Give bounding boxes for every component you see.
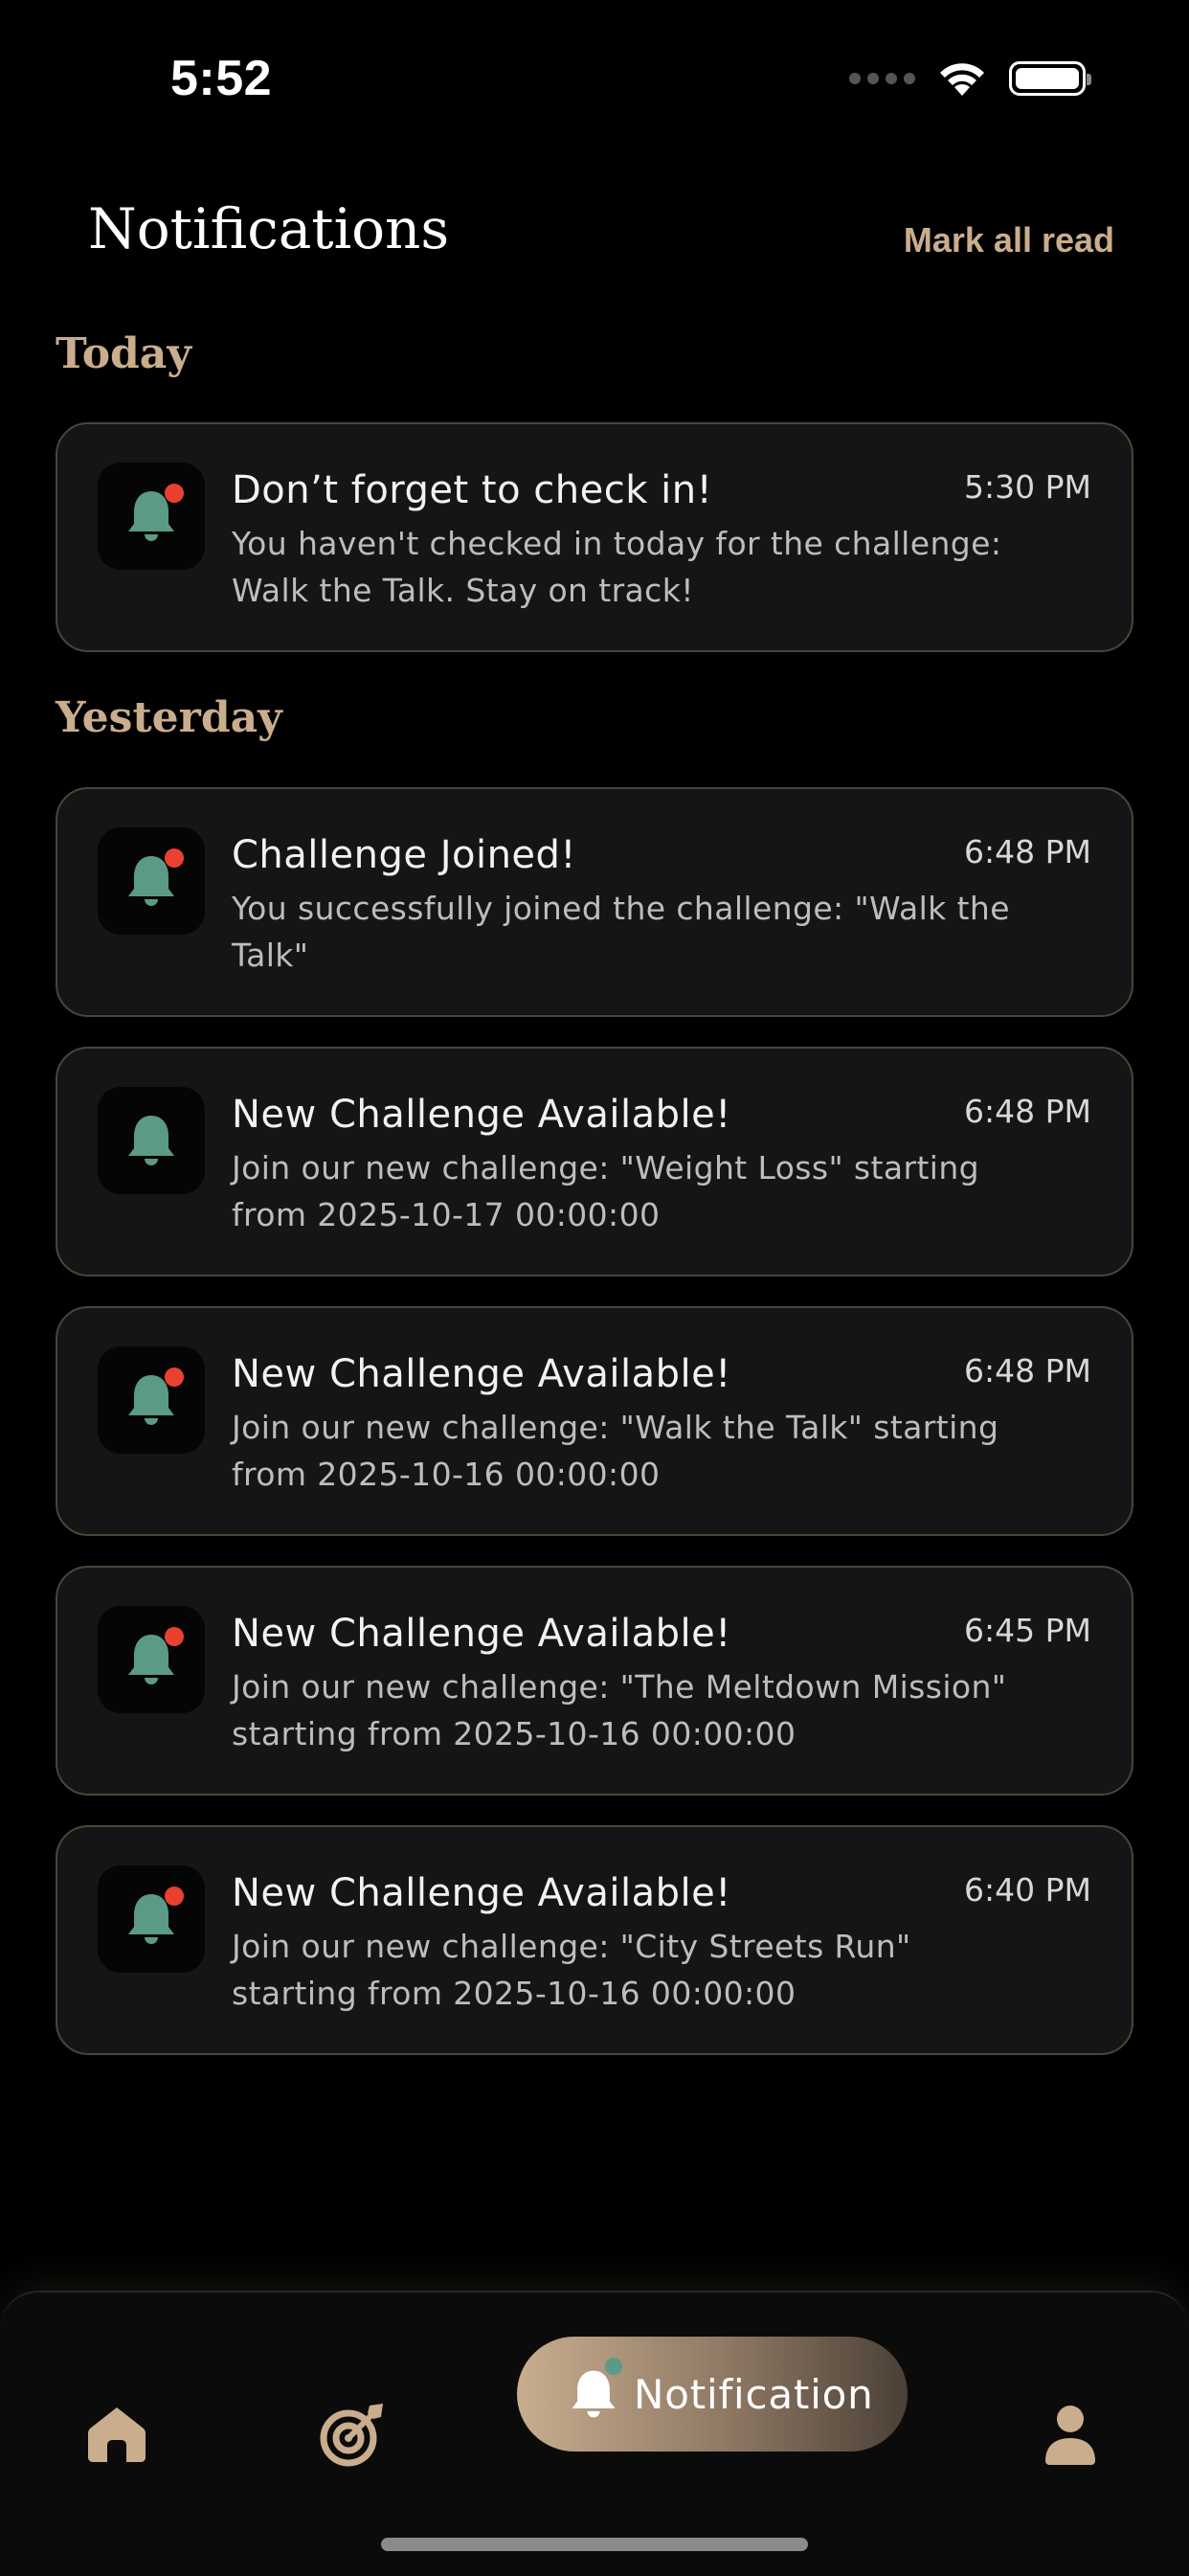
cellular-signal-icon — [849, 73, 915, 84]
notification-badge-dot — [605, 2358, 622, 2375]
notification-title: New Challenge Available! — [232, 1871, 731, 1915]
notification-body: Join our new challenge: "The Meltdown Mi… — [232, 1668, 1007, 1752]
notification-time: 6:45 PM — [964, 1612, 1091, 1649]
wifi-icon — [940, 63, 984, 96]
notification-body: You successfully joined the challenge: "… — [232, 890, 1010, 974]
notification-card[interactable]: New Challenge Available! Join our new ch… — [56, 1306, 1133, 1536]
notification-time: 5:30 PM — [964, 468, 1091, 506]
notification-title: New Challenge Available! — [232, 1612, 731, 1656]
status-bar: 5:52 — [0, 0, 1189, 153]
unread-dot — [165, 1367, 184, 1387]
unread-dot — [165, 1887, 184, 1906]
notification-icon — [98, 827, 205, 935]
status-icons — [849, 59, 1091, 98]
notification-body: Join our new challenge: "Walk the Talk" … — [232, 1409, 999, 1493]
notification-title: New Challenge Available! — [232, 1093, 731, 1137]
status-time: 5:52 — [170, 51, 273, 106]
notification-title: Don’t forget to check in! — [232, 468, 713, 512]
profile-icon — [1045, 2406, 1095, 2465]
home-indicator — [381, 2538, 808, 2551]
unread-dot — [165, 848, 184, 868]
notification-card[interactable]: Don’t forget to check in! You haven't ch… — [56, 422, 1133, 652]
notification-card[interactable]: New Challenge Available! Join our new ch… — [56, 1566, 1133, 1796]
bottom-nav: Notification — [0, 2291, 1189, 2576]
nav-profile[interactable] — [1034, 2398, 1107, 2471]
notification-body: Join our new challenge: "City Streets Ru… — [232, 1928, 911, 2012]
nav-home[interactable] — [80, 2398, 153, 2471]
notification-card[interactable]: New Challenge Available! Join our new ch… — [56, 1825, 1133, 2055]
nav-notification-active[interactable]: Notification — [517, 2337, 908, 2452]
target-icon — [320, 2404, 383, 2467]
unread-dot — [165, 1627, 184, 1646]
battery-icon — [1009, 61, 1091, 96]
notification-card[interactable]: New Challenge Available! Join our new ch… — [56, 1047, 1133, 1277]
notification-time: 6:48 PM — [964, 1352, 1091, 1390]
notification-icon — [98, 463, 205, 570]
nav-challenges[interactable] — [316, 2398, 389, 2471]
notification-icon — [98, 1865, 205, 1973]
notification-icon — [98, 1087, 205, 1194]
notification-title: New Challenge Available! — [232, 1352, 731, 1396]
notification-title: Challenge Joined! — [232, 833, 576, 877]
section-label-yesterday: Yesterday — [56, 693, 282, 742]
page-title: Notifications — [88, 196, 450, 261]
unread-dot — [165, 484, 184, 503]
mark-all-read-button[interactable]: Mark all read — [904, 220, 1114, 260]
nav-notification-label: Notification — [634, 2371, 874, 2418]
notification-icon — [98, 1346, 205, 1454]
section-label-today: Today — [56, 329, 191, 378]
notification-time: 6:48 PM — [964, 1093, 1091, 1130]
notification-time: 6:48 PM — [964, 833, 1091, 870]
home-icon — [88, 2407, 146, 2462]
bell-icon — [128, 1116, 174, 1165]
notification-icon — [98, 1606, 205, 1713]
notification-time: 6:40 PM — [964, 1871, 1091, 1909]
notification-body: Join our new challenge: "Weight Loss" st… — [232, 1149, 980, 1233]
notification-body: You haven't checked in today for the cha… — [232, 525, 1002, 609]
notification-card[interactable]: Challenge Joined! You successfully joine… — [56, 787, 1133, 1017]
